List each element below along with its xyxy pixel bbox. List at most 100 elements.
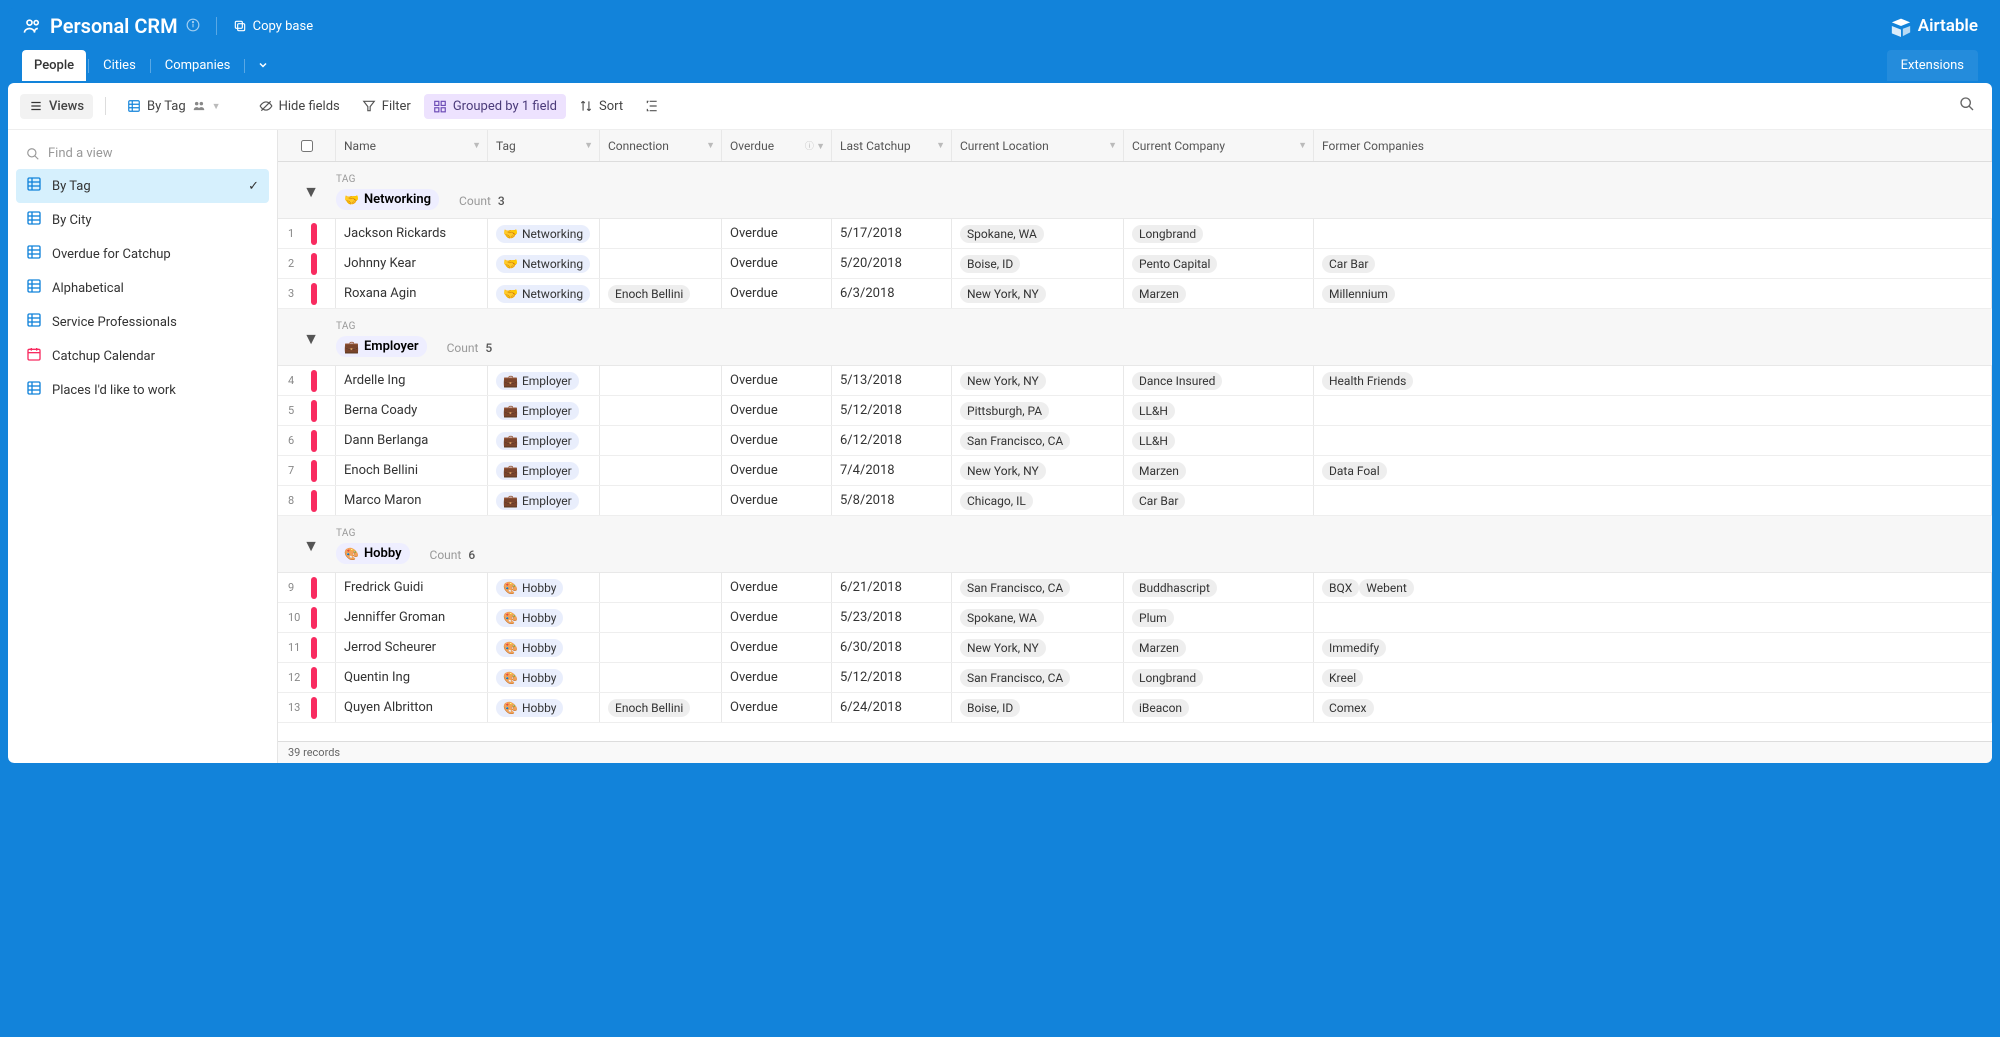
cell-date[interactable]: 6/24/2018 (832, 693, 952, 722)
company-chip[interactable]: Millennium (1322, 285, 1395, 303)
col-connection[interactable]: Connection▼ (600, 130, 722, 161)
cell-former[interactable]: BQX Webent (1314, 573, 1992, 602)
cell-company[interactable]: Pento Capital (1124, 249, 1314, 278)
cell-former[interactable]: Immedify (1314, 633, 1992, 662)
cell-overdue[interactable]: Overdue (722, 663, 832, 692)
cell-tag[interactable]: 🤝Networking (488, 279, 600, 308)
cell-company[interactable]: iBeacon (1124, 693, 1314, 722)
view-item-places-i-d-like-to-work[interactable]: Places I'd like to work (16, 373, 269, 407)
table-row[interactable]: 4Ardelle Ing💼EmployerOverdue5/13/2018New… (278, 366, 1992, 396)
cell-name[interactable]: Dann Berlanga (336, 426, 488, 455)
cell-company[interactable]: Longbrand (1124, 219, 1314, 248)
col-last-catchup[interactable]: Last Catchup▼ (832, 130, 952, 161)
cell-date[interactable]: 6/12/2018 (832, 426, 952, 455)
company-chip[interactable]: Health Friends (1322, 372, 1413, 390)
cell-tag[interactable]: 🎨Hobby (488, 663, 600, 692)
cell-date[interactable]: 5/12/2018 (832, 663, 952, 692)
cell-location[interactable]: New York, NY (952, 279, 1124, 308)
cell-former[interactable]: Health Friends (1314, 366, 1992, 395)
collapse-icon[interactable]: ▼ (286, 329, 336, 349)
cell-overdue[interactable]: Overdue (722, 693, 832, 722)
cell-connection[interactable] (600, 573, 722, 602)
sort-button[interactable]: Sort (570, 94, 632, 119)
cell-date[interactable]: 6/3/2018 (832, 279, 952, 308)
airtable-brand[interactable]: Airtable (1890, 15, 1978, 37)
cell-name[interactable]: Marco Maron (336, 486, 488, 515)
table-row[interactable]: 6Dann Berlanga💼EmployerOverdue6/12/2018S… (278, 426, 1992, 456)
cell-former[interactable] (1314, 603, 1992, 632)
cell-location[interactable]: Spokane, WA (952, 219, 1124, 248)
cell-connection[interactable] (600, 633, 722, 662)
cell-connection[interactable] (600, 603, 722, 632)
table-row[interactable]: 1Jackson Rickards🤝NetworkingOverdue5/17/… (278, 219, 1992, 249)
company-chip[interactable]: BQX (1322, 579, 1359, 597)
cell-tag[interactable]: 🤝Networking (488, 219, 600, 248)
copy-base-button[interactable]: Copy base (233, 19, 313, 34)
cell-overdue[interactable]: Overdue (722, 486, 832, 515)
cell-company[interactable]: LL&H (1124, 396, 1314, 425)
cell-connection[interactable] (600, 456, 722, 485)
cell-date[interactable]: 5/23/2018 (832, 603, 952, 632)
cell-name[interactable]: Fredrick Guidi (336, 573, 488, 602)
search-icon[interactable] (1954, 91, 1980, 121)
cell-name[interactable]: Quentin Ing (336, 663, 488, 692)
cell-name[interactable]: Johnny Kear (336, 249, 488, 278)
table-row[interactable]: 13Quyen Albritton🎨HobbyEnoch BelliniOver… (278, 693, 1992, 723)
select-all-checkbox[interactable] (278, 130, 336, 161)
cell-location[interactable]: San Francisco, CA (952, 663, 1124, 692)
cell-name[interactable]: Jackson Rickards (336, 219, 488, 248)
table-row[interactable]: 3Roxana Agin🤝NetworkingEnoch BelliniOver… (278, 279, 1992, 309)
cell-name[interactable]: Berna Coady (336, 396, 488, 425)
cell-tag[interactable]: 🎨Hobby (488, 603, 600, 632)
view-item-alphabetical[interactable]: Alphabetical (16, 271, 269, 305)
table-row[interactable]: 11Jerrod Scheurer🎨HobbyOverdue6/30/2018N… (278, 633, 1992, 663)
company-chip[interactable]: Immedify (1322, 639, 1386, 657)
company-chip[interactable]: Webent (1359, 579, 1413, 597)
tab-chevron-icon[interactable] (247, 48, 279, 83)
cell-date[interactable]: 5/12/2018 (832, 396, 952, 425)
tab-people[interactable]: People (22, 50, 86, 81)
cell-connection[interactable]: Enoch Bellini (600, 693, 722, 722)
cell-location[interactable]: San Francisco, CA (952, 573, 1124, 602)
info-icon[interactable] (186, 17, 200, 36)
cell-overdue[interactable]: Overdue (722, 426, 832, 455)
cell-location[interactable]: Pittsburgh, PA (952, 396, 1124, 425)
cell-overdue[interactable]: Overdue (722, 396, 832, 425)
cell-date[interactable]: 6/21/2018 (832, 573, 952, 602)
cell-former[interactable] (1314, 219, 1992, 248)
tab-cities[interactable]: Cities (91, 50, 148, 81)
cell-date[interactable]: 5/8/2018 (832, 486, 952, 515)
cell-location[interactable]: New York, NY (952, 366, 1124, 395)
table-row[interactable]: 7Enoch Bellini💼EmployerOverdue7/4/2018Ne… (278, 456, 1992, 486)
cell-connection[interactable] (600, 249, 722, 278)
table-row[interactable]: 5Berna Coady💼EmployerOverdue5/12/2018Pit… (278, 396, 1992, 426)
view-item-overdue-for-catchup[interactable]: Overdue for Catchup (16, 237, 269, 271)
cell-company[interactable]: Marzen (1124, 279, 1314, 308)
table-row[interactable]: 10Jenniffer Groman🎨HobbyOverdue5/23/2018… (278, 603, 1992, 633)
cell-connection[interactable] (600, 366, 722, 395)
cell-connection[interactable] (600, 426, 722, 455)
cell-company[interactable]: Car Bar (1124, 486, 1314, 515)
cell-location[interactable]: Boise, ID (952, 693, 1124, 722)
table-row[interactable]: 8Marco Maron💼EmployerOverdue5/8/2018Chic… (278, 486, 1992, 516)
cell-name[interactable]: Enoch Bellini (336, 456, 488, 485)
cell-overdue[interactable]: Overdue (722, 249, 832, 278)
cell-overdue[interactable]: Overdue (722, 456, 832, 485)
cell-tag[interactable]: 🎨Hobby (488, 573, 600, 602)
view-item-catchup-calendar[interactable]: Catchup Calendar (16, 339, 269, 373)
cell-connection[interactable] (600, 219, 722, 248)
cell-location[interactable]: New York, NY (952, 633, 1124, 662)
cell-date[interactable]: 5/20/2018 (832, 249, 952, 278)
cell-former[interactable]: Comex (1314, 693, 1992, 722)
views-button[interactable]: Views (20, 94, 93, 119)
cell-name[interactable]: Ardelle Ing (336, 366, 488, 395)
cell-former[interactable] (1314, 486, 1992, 515)
cell-connection[interactable]: Enoch Bellini (600, 279, 722, 308)
table-row[interactable]: 2Johnny Kear🤝NetworkingOverdue5/20/2018B… (278, 249, 1992, 279)
row-height-button[interactable] (636, 94, 668, 118)
cell-date[interactable]: 6/30/2018 (832, 633, 952, 662)
cell-overdue[interactable]: Overdue (722, 219, 832, 248)
company-chip[interactable]: Car Bar (1322, 255, 1375, 273)
col-name[interactable]: Name▼ (336, 130, 488, 161)
cell-overdue[interactable]: Overdue (722, 573, 832, 602)
